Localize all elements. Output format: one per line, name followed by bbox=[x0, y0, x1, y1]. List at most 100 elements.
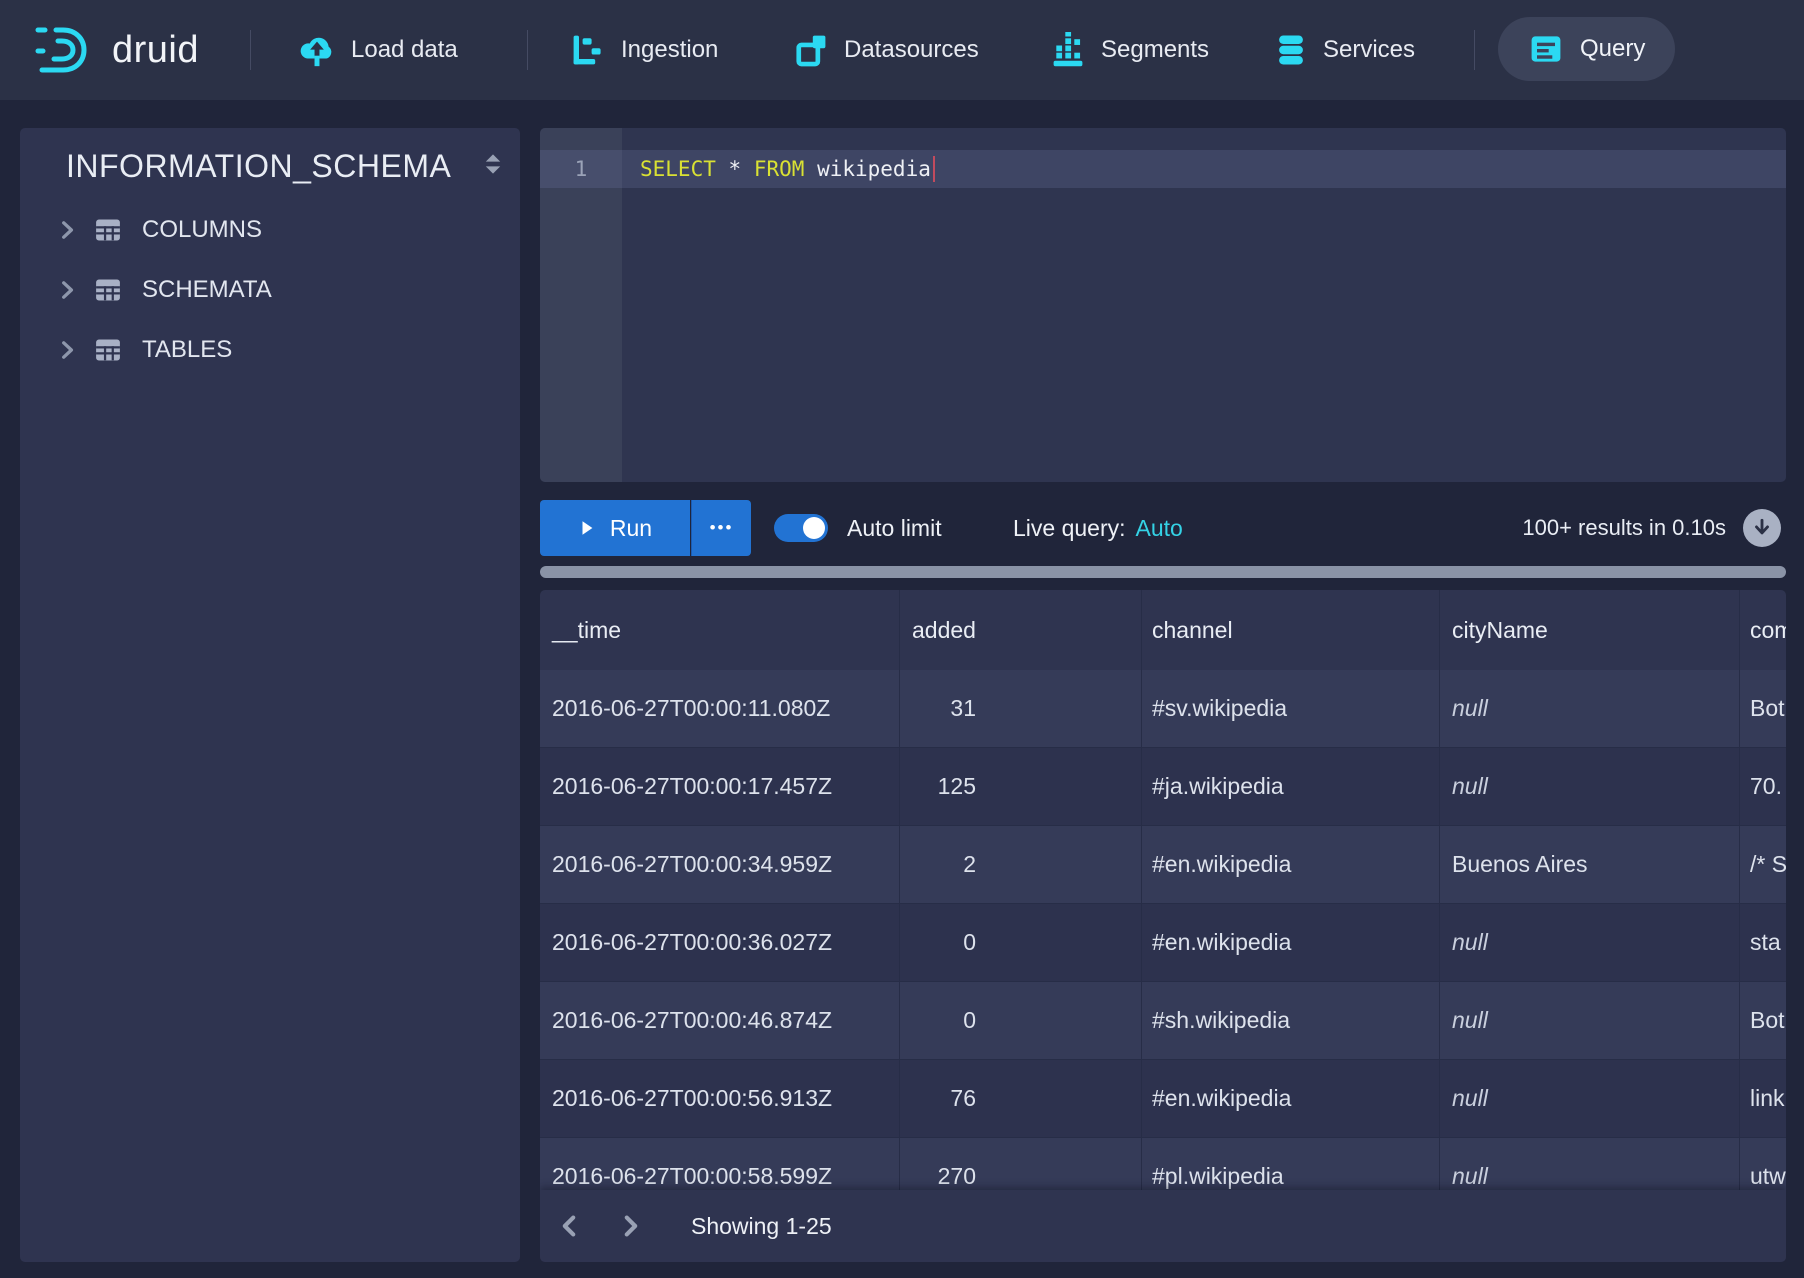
nav-item-datasources[interactable]: Datasources bbox=[793, 0, 979, 100]
cell-comment[interactable]: utw bbox=[1740, 1138, 1786, 1190]
live-query-label: Live query: bbox=[1013, 515, 1126, 542]
topbar: druid Load data Ingestion bbox=[0, 0, 1804, 100]
text-cursor bbox=[933, 156, 935, 182]
cell-added[interactable]: 76 bbox=[900, 1060, 1142, 1137]
line-number: 1 bbox=[540, 150, 622, 188]
cell-channel[interactable]: #sv.wikipedia bbox=[1142, 670, 1440, 747]
cell-comment[interactable]: /* S bbox=[1740, 826, 1786, 903]
tree-item-label: SCHEMATA bbox=[142, 276, 272, 304]
nav-item-ingestion[interactable]: Ingestion bbox=[570, 0, 718, 100]
run-button[interactable]: Run bbox=[540, 500, 690, 556]
table-row: 2016-06-27T00:00:34.959Z 2 #en.wikipedia… bbox=[540, 826, 1786, 904]
column-header-cityname[interactable]: cityName bbox=[1440, 590, 1740, 670]
nav-divider bbox=[527, 30, 528, 70]
auto-limit-toggle[interactable] bbox=[774, 514, 828, 542]
cell-time[interactable]: 2016-06-27T00:00:17.457Z bbox=[540, 748, 900, 825]
nav-item-load-data[interactable]: Load data bbox=[298, 0, 458, 100]
ingestion-icon bbox=[570, 32, 606, 68]
sql-identifier: wikipedia bbox=[817, 157, 931, 181]
table-row: 2016-06-27T00:00:46.874Z 0 #sh.wikipedia… bbox=[540, 982, 1786, 1060]
table-grid-icon bbox=[94, 216, 122, 244]
column-header-time[interactable]: __time bbox=[540, 590, 900, 670]
download-button[interactable] bbox=[1743, 509, 1781, 547]
column-header-comment[interactable]: comment bbox=[1740, 590, 1786, 670]
tree-item-schemata[interactable]: SCHEMATA bbox=[20, 260, 520, 320]
results-count: 100+ results in 0.10s bbox=[1522, 500, 1726, 556]
nav-divider bbox=[1474, 30, 1475, 70]
sql-editor[interactable]: 1 SELECT * FROM wikipedia bbox=[540, 128, 1786, 482]
cell-comment[interactable]: Bot bbox=[1740, 982, 1786, 1059]
cell-added[interactable]: 2 bbox=[900, 826, 1142, 903]
nav-item-label: Ingestion bbox=[621, 36, 718, 64]
table-body: 2016-06-27T00:00:11.080Z 31 #sv.wikipedi… bbox=[540, 670, 1786, 1190]
cell-comment[interactable]: 70. bbox=[1740, 748, 1786, 825]
cell-added[interactable]: 270 bbox=[900, 1138, 1142, 1190]
tree-item-label: TABLES bbox=[142, 336, 232, 364]
chevron-left-icon bbox=[557, 1213, 583, 1239]
cell-comment[interactable]: Bot bbox=[1740, 670, 1786, 747]
cell-cityname[interactable]: null bbox=[1440, 1138, 1740, 1190]
cell-added[interactable]: 125 bbox=[900, 748, 1142, 825]
table-grid-icon bbox=[94, 276, 122, 304]
cell-channel[interactable]: #ja.wikipedia bbox=[1142, 748, 1440, 825]
cell-cityname[interactable]: Buenos Aires bbox=[1440, 826, 1740, 903]
chevron-right-icon bbox=[617, 1213, 643, 1239]
sql-code-line[interactable]: SELECT * FROM wikipedia bbox=[640, 150, 935, 188]
more-dots-icon: ••• bbox=[710, 518, 734, 538]
cell-time[interactable]: 2016-06-27T00:00:36.027Z bbox=[540, 904, 900, 981]
table-row: 2016-06-27T00:00:36.027Z 0 #en.wikipedia… bbox=[540, 904, 1786, 982]
cell-time[interactable]: 2016-06-27T00:00:56.913Z bbox=[540, 1060, 900, 1137]
run-more-button[interactable]: ••• bbox=[691, 500, 751, 556]
cell-cityname[interactable]: null bbox=[1440, 1060, 1740, 1137]
cell-comment[interactable]: sta bbox=[1740, 904, 1786, 981]
tree-item-tables[interactable]: TABLES bbox=[20, 320, 520, 380]
play-icon bbox=[578, 519, 596, 537]
column-header-added[interactable]: added bbox=[900, 590, 1142, 670]
brand-text: druid bbox=[112, 0, 199, 100]
nav-item-label: Query bbox=[1580, 35, 1645, 63]
table-grid-icon bbox=[94, 336, 122, 364]
query-console-icon bbox=[1528, 31, 1564, 67]
cell-channel[interactable]: #en.wikipedia bbox=[1142, 826, 1440, 903]
live-query-value: Auto bbox=[1136, 515, 1183, 542]
cell-added[interactable]: 0 bbox=[900, 982, 1142, 1059]
nav-item-services[interactable]: Services bbox=[1274, 0, 1415, 100]
nav-item-segments[interactable]: Segments bbox=[1050, 0, 1209, 100]
cell-time[interactable]: 2016-06-27T00:00:11.080Z bbox=[540, 670, 900, 747]
chevron-right-icon bbox=[56, 279, 78, 301]
prev-page-button[interactable] bbox=[550, 1206, 590, 1246]
chevron-right-icon bbox=[56, 339, 78, 361]
caret-sort-icon[interactable] bbox=[477, 148, 509, 180]
cell-added[interactable]: 0 bbox=[900, 904, 1142, 981]
results-horizontal-scrollbar[interactable] bbox=[540, 566, 1786, 578]
cell-added[interactable]: 31 bbox=[900, 670, 1142, 747]
segments-icon bbox=[1050, 32, 1086, 68]
chevron-right-icon bbox=[56, 219, 78, 241]
sql-star: * bbox=[729, 157, 742, 181]
cell-comment[interactable]: link bbox=[1740, 1060, 1786, 1137]
column-header-channel[interactable]: channel bbox=[1142, 590, 1440, 670]
druid-logo-icon[interactable] bbox=[34, 24, 102, 76]
tree-item-columns[interactable]: COLUMNS bbox=[20, 200, 520, 260]
database-icon bbox=[1274, 32, 1308, 68]
cell-time[interactable]: 2016-06-27T00:00:58.599Z bbox=[540, 1138, 900, 1190]
cell-time[interactable]: 2016-06-27T00:00:46.874Z bbox=[540, 982, 900, 1059]
nav-item-label: Datasources bbox=[844, 36, 979, 64]
next-page-button[interactable] bbox=[610, 1206, 650, 1246]
cell-cityname[interactable]: null bbox=[1440, 982, 1740, 1059]
cell-channel[interactable]: #en.wikipedia bbox=[1142, 1060, 1440, 1137]
cell-cityname[interactable]: null bbox=[1440, 748, 1740, 825]
table-row: 2016-06-27T00:00:11.080Z 31 #sv.wikipedi… bbox=[540, 670, 1786, 748]
toggle-knob bbox=[803, 517, 825, 539]
schema-sidebar: INFORMATION_SCHEMA COLUMNS bbox=[20, 128, 520, 1262]
download-icon bbox=[1751, 517, 1773, 539]
cell-time[interactable]: 2016-06-27T00:00:34.959Z bbox=[540, 826, 900, 903]
cell-channel[interactable]: #sh.wikipedia bbox=[1142, 982, 1440, 1059]
nav-item-query[interactable]: Query bbox=[1498, 17, 1675, 81]
cell-channel[interactable]: #en.wikipedia bbox=[1142, 904, 1440, 981]
cell-cityname[interactable]: null bbox=[1440, 904, 1740, 981]
cell-cityname[interactable]: null bbox=[1440, 670, 1740, 747]
cell-channel[interactable]: #pl.wikipedia bbox=[1142, 1138, 1440, 1190]
run-button-label: Run bbox=[610, 515, 652, 542]
live-query-control[interactable]: Live query: Auto bbox=[1013, 500, 1183, 556]
